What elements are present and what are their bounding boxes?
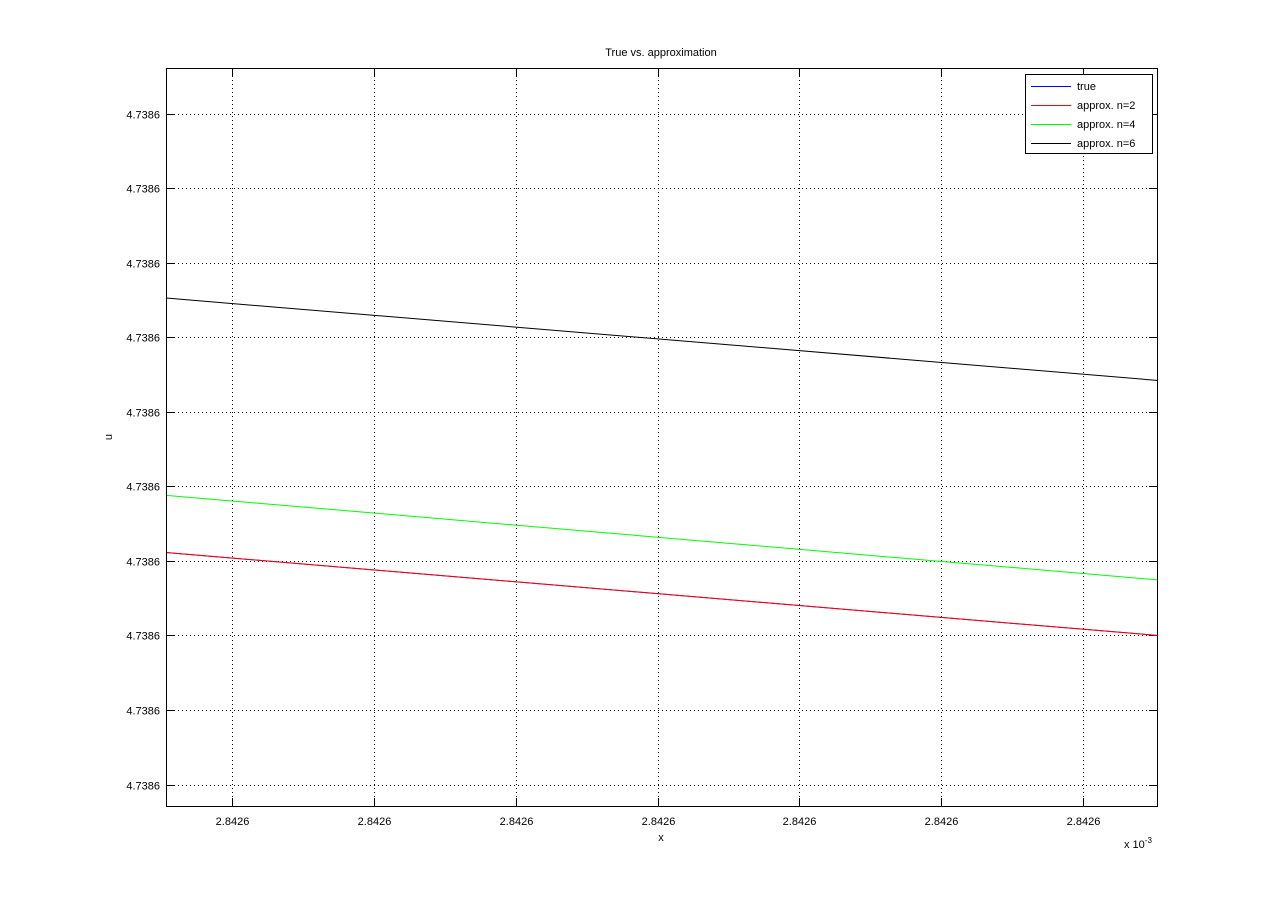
y-tick-label: 4.7386 [126, 557, 160, 569]
legend: true approx. n=2 approx. n=4 approx. n=6 [1025, 74, 1153, 154]
y-tick-label: 4.7386 [126, 110, 160, 122]
legend-label-4: approx. n=6 [1077, 138, 1135, 150]
plot-area [166, 68, 1158, 807]
x-tick-label: 2.8426 [358, 816, 392, 828]
chart-figure: 2.8426 2.8426 2.8426 2.8426 2.8426 2.8426 2.84… [0, 0, 1280, 908]
x-exponent-power: -3 [1145, 836, 1153, 845]
x-tick-label: 2.8426 [500, 816, 534, 828]
chart-title: True vs. approximation [605, 47, 716, 59]
x-exponent-base: x 10 [1124, 839, 1145, 851]
x-tick-label: 2.8426 [783, 816, 817, 828]
y-axis-label: u [103, 434, 115, 440]
x-tick-label: 2.8426 [925, 816, 959, 828]
y-tick-label: 4.7386 [126, 706, 160, 718]
x-axis-label: x [658, 832, 664, 844]
y-tick-label: 4.7386 [126, 482, 160, 494]
legend-label-1: true [1077, 81, 1096, 93]
y-tick-label: 4.7386 [126, 408, 160, 420]
x-tick-label: 2.8426 [216, 816, 250, 828]
x-tick-label: 2.8426 [642, 816, 676, 828]
y-tick-label: 4.7386 [126, 781, 160, 793]
y-tick-label: 4.7386 [126, 333, 160, 345]
y-tick-label: 4.7386 [126, 259, 160, 271]
legend-label-3: approx. n=4 [1077, 119, 1135, 131]
legend-label-2: approx. n=2 [1077, 100, 1135, 112]
y-tick-label: 4.7386 [126, 631, 160, 643]
x-tick-label: 2.8426 [1067, 816, 1101, 828]
y-tick-label: 4.7386 [126, 184, 160, 196]
